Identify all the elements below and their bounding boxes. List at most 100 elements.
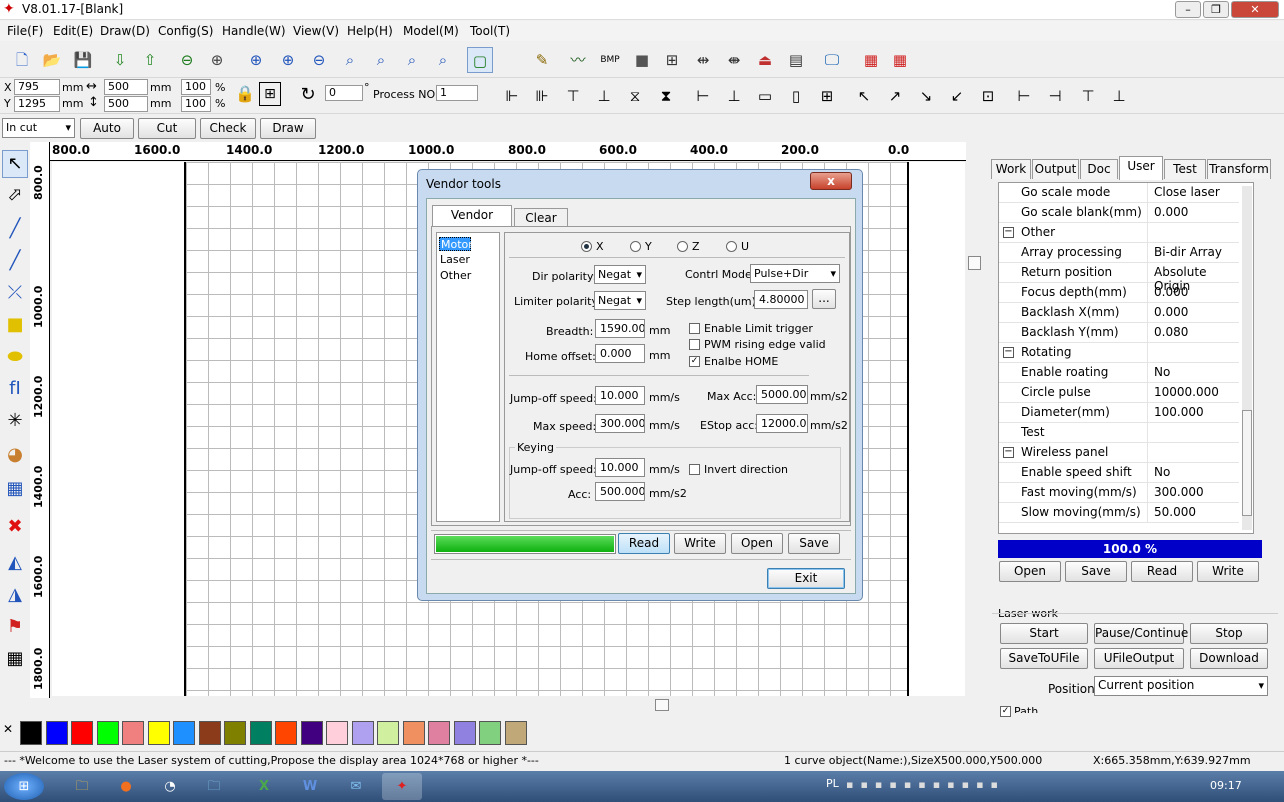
property-row[interactable]: Circle pulse 10000.000 [999,383,1239,403]
move-bottom-left-icon[interactable]: ↙ [944,83,970,109]
tab-user[interactable]: User [1119,156,1163,180]
tree-icon[interactable]: ⊞ [659,47,685,73]
forward-arrow-icon[interactable]: ⊕ [204,47,230,73]
zoom-in-icon[interactable]: ⊕ [275,47,301,73]
rectangle-icon[interactable]: ■ [629,47,655,73]
snap-left-icon[interactable]: ⊢ [1011,83,1037,109]
menu-tool[interactable]: Tool(T) [470,24,510,38]
text-icon[interactable]: fI [2,376,28,404]
move-bottom-right-icon[interactable]: ↘ [913,83,939,109]
tab-clear-info[interactable]: Clear info [514,208,568,243]
hscroll-thumb[interactable] [655,699,669,711]
position-select[interactable]: Current position [1094,676,1268,696]
language-indicator[interactable]: PL [826,777,839,790]
user-save-button[interactable]: Save [1065,561,1127,582]
point-icon[interactable]: ✳ [2,408,28,436]
property-row[interactable]: Enable speed shift No [999,463,1239,483]
zoom-all-icon[interactable]: ⌕ [399,47,425,73]
cut-mode-select[interactable]: In cut [2,118,75,138]
color-swatch[interactable] [45,721,68,745]
keying-acc-field[interactable]: 500.000 [595,482,645,501]
dir-polarity-select[interactable]: Negat [594,265,646,284]
anchor-grid-icon[interactable]: ⊞ [259,82,281,106]
check-button[interactable]: Check [200,118,256,139]
color-swatch[interactable] [300,721,323,745]
grid-tool-icon[interactable]: ▦ [2,646,28,674]
save-to-ufile-button[interactable]: SaveToUFile [1000,648,1088,669]
color-swatch[interactable] [479,721,501,745]
axis-x-radio[interactable] [581,241,592,252]
tab-doc[interactable]: Doc [1080,159,1118,179]
bmp-icon[interactable]: BMP [597,47,623,73]
center-h-icon[interactable]: ⧖ [622,83,648,109]
color-swatch[interactable] [173,721,195,745]
zoom-select-icon[interactable]: ⌕ [368,47,394,73]
align-top-icon[interactable]: ⊤ [560,83,586,109]
move-center-icon[interactable]: ⊡ [975,83,1001,109]
menu-handle[interactable]: Handle(W) [222,24,286,38]
property-scroll-thumb[interactable] [1242,410,1252,516]
snap-top-icon[interactable]: ⊤ [1075,83,1101,109]
snap-right-icon[interactable]: ⊣ [1042,83,1068,109]
download-button[interactable]: Download [1190,648,1268,669]
laser-head-icon[interactable]: ⏏ [752,47,778,73]
dialog-exit-button[interactable]: Exit [767,568,845,589]
node-edit-icon[interactable]: ⬀ [2,182,28,210]
color-swatch[interactable] [351,721,374,745]
height-field[interactable]: 500 [104,96,148,112]
process-no-field[interactable]: 1 [436,85,478,101]
property-row[interactable]: Return position Absolute Origin [999,263,1239,293]
auto-button[interactable]: Auto [80,118,134,139]
center-v-icon[interactable]: ⧗ [653,83,679,109]
outlook-icon[interactable]: ✉ [336,773,376,800]
tab-work[interactable]: Work [991,159,1031,179]
word-icon[interactable]: W [290,773,330,800]
category-motor[interactable]: Motor [439,237,473,251]
bitmap-icon[interactable]: ◕ [2,442,28,470]
limiter-polarity-select[interactable]: Negat [594,291,646,310]
axis-u-radio[interactable] [726,241,737,252]
property-row[interactable]: Slow moving(mm/s) 50.000 [999,503,1239,523]
property-row[interactable]: Array processing Bi-dir Array [999,243,1239,263]
category-other[interactable]: Other [440,269,471,282]
color-swatch[interactable] [198,721,221,745]
collapse-icon[interactable]: − [1003,447,1014,458]
same-size-icon[interactable]: ▭ [752,83,778,109]
tab-output[interactable]: Output [1032,159,1079,179]
rotation-angle-field[interactable]: 0 [325,85,363,101]
zoom-out-icon[interactable]: ⊖ [306,47,332,73]
laser-app-taskbar-icon[interactable]: ✦ [382,773,422,800]
delete-icon[interactable]: ✖ [2,514,28,542]
user-read-button[interactable]: Read [1131,561,1193,582]
property-row[interactable]: Backlash X(mm) 0.000 [999,303,1239,323]
grid-yellow-icon[interactable]: ▦ [887,47,913,73]
line-icon[interactable]: ╱ [2,216,28,244]
distribute-icon[interactable]: ▯ [783,83,809,109]
app-icon[interactable]: ◔ [150,773,190,800]
ellipse-draw-icon[interactable]: ⬬ [2,344,28,372]
dialog-save-button[interactable]: Save [788,533,840,554]
export-icon[interactable]: ⇧ [137,47,163,73]
menu-config[interactable]: Config(S) [158,24,213,38]
scale-h-field[interactable]: 100 [181,96,211,112]
color-swatch[interactable] [122,721,144,745]
tab-transform[interactable]: Transform [1207,159,1271,179]
user-open-button[interactable]: Open [999,561,1061,582]
select-arrow-icon[interactable]: ↖ [2,150,28,178]
pwm-rising-edge-checkbox[interactable] [689,339,700,350]
mirror-h-icon[interactable]: ◭ [2,550,28,578]
jump-off-speed-field[interactable]: 10.000 [595,386,645,405]
stop-button[interactable]: Stop [1190,623,1268,644]
color-swatch[interactable] [377,721,399,745]
breadth-field[interactable]: 1590.000 [595,319,645,338]
max-speed-field[interactable]: 300.000 [595,414,645,433]
menu-model[interactable]: Model(M) [403,24,459,38]
estop-acc-field[interactable]: 12000.00 [756,414,808,433]
menu-draw[interactable]: Draw(D) [100,24,150,38]
move-top-right-icon[interactable]: ↗ [882,83,908,109]
menu-edit[interactable]: Edit(E) [53,24,93,38]
curve-icon[interactable]: 〰 [565,47,591,73]
monitor-icon[interactable]: 🖵 [819,47,845,73]
property-row[interactable]: Backlash Y(mm) 0.080 [999,323,1239,343]
ufile-output-button[interactable]: UFileOutput [1094,648,1184,669]
